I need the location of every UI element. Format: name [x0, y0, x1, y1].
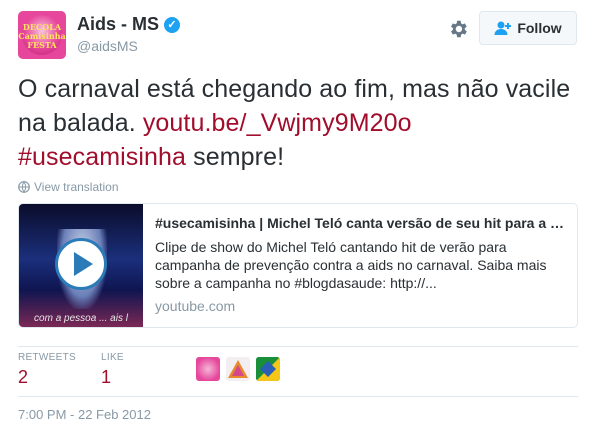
author-name-row[interactable]: Aids - MS ✓ [77, 14, 181, 35]
retweets-label: RETWEETS [18, 352, 76, 363]
liker-avatar[interactable] [196, 357, 220, 381]
follow-button[interactable]: Follow [479, 11, 577, 45]
divider-top [18, 346, 578, 347]
link-preview-card[interactable]: com a pessoa ... ais l #usecamisinha | M… [18, 203, 578, 328]
add-user-icon [494, 21, 512, 35]
tweet-text-part2: sempre! [186, 143, 285, 171]
tweet-timestamp[interactable]: 7:00 PM - 22 Feb 2012 [18, 407, 151, 422]
thumbnail-caption: com a pessoa ... ais l [34, 313, 128, 324]
card-title[interactable]: #usecamisinha | Michel Teló canta versão… [155, 214, 567, 232]
view-translation-link[interactable]: View translation [18, 180, 119, 194]
likes-stat[interactable]: LIKE 1 [101, 352, 124, 388]
play-icon[interactable] [55, 238, 107, 290]
avatar-logo-text: DECOLA Camisinha FESTA [18, 22, 66, 50]
retweets-count: 2 [18, 367, 29, 387]
video-thumbnail[interactable]: com a pessoa ... ais l [19, 204, 143, 327]
likes-count: 1 [101, 367, 112, 387]
card-body: #usecamisinha | Michel Teló canta versão… [155, 214, 567, 314]
gear-icon[interactable] [447, 18, 469, 40]
author-avatar[interactable]: DECOLA Camisinha FESTA [18, 11, 66, 59]
tweet-text: O carnaval está chegando ao fim, mas não… [18, 72, 588, 174]
card-description: Clipe de show do Michel Teló cantando hi… [155, 239, 547, 291]
globe-icon [18, 181, 30, 193]
divider-bottom [18, 396, 578, 397]
tweet-link[interactable]: youtu.be/_Vwjmy9M20o [143, 109, 412, 137]
retweets-stat[interactable]: RETWEETS 2 [18, 352, 76, 388]
follow-label: Follow [517, 20, 562, 36]
author-name[interactable]: Aids - MS [77, 14, 159, 35]
card-domain: youtube.com [155, 298, 236, 314]
likes-label: LIKE [101, 352, 124, 363]
liker-avatar[interactable] [226, 357, 250, 381]
liker-avatar[interactable] [256, 357, 280, 381]
author-handle[interactable]: @aidsMS [77, 38, 138, 54]
view-translation-label: View translation [34, 180, 119, 194]
verified-badge-icon: ✓ [164, 16, 181, 33]
likers-avatars [196, 357, 286, 381]
tweet-hashtag[interactable]: #usecamisinha [18, 143, 186, 171]
